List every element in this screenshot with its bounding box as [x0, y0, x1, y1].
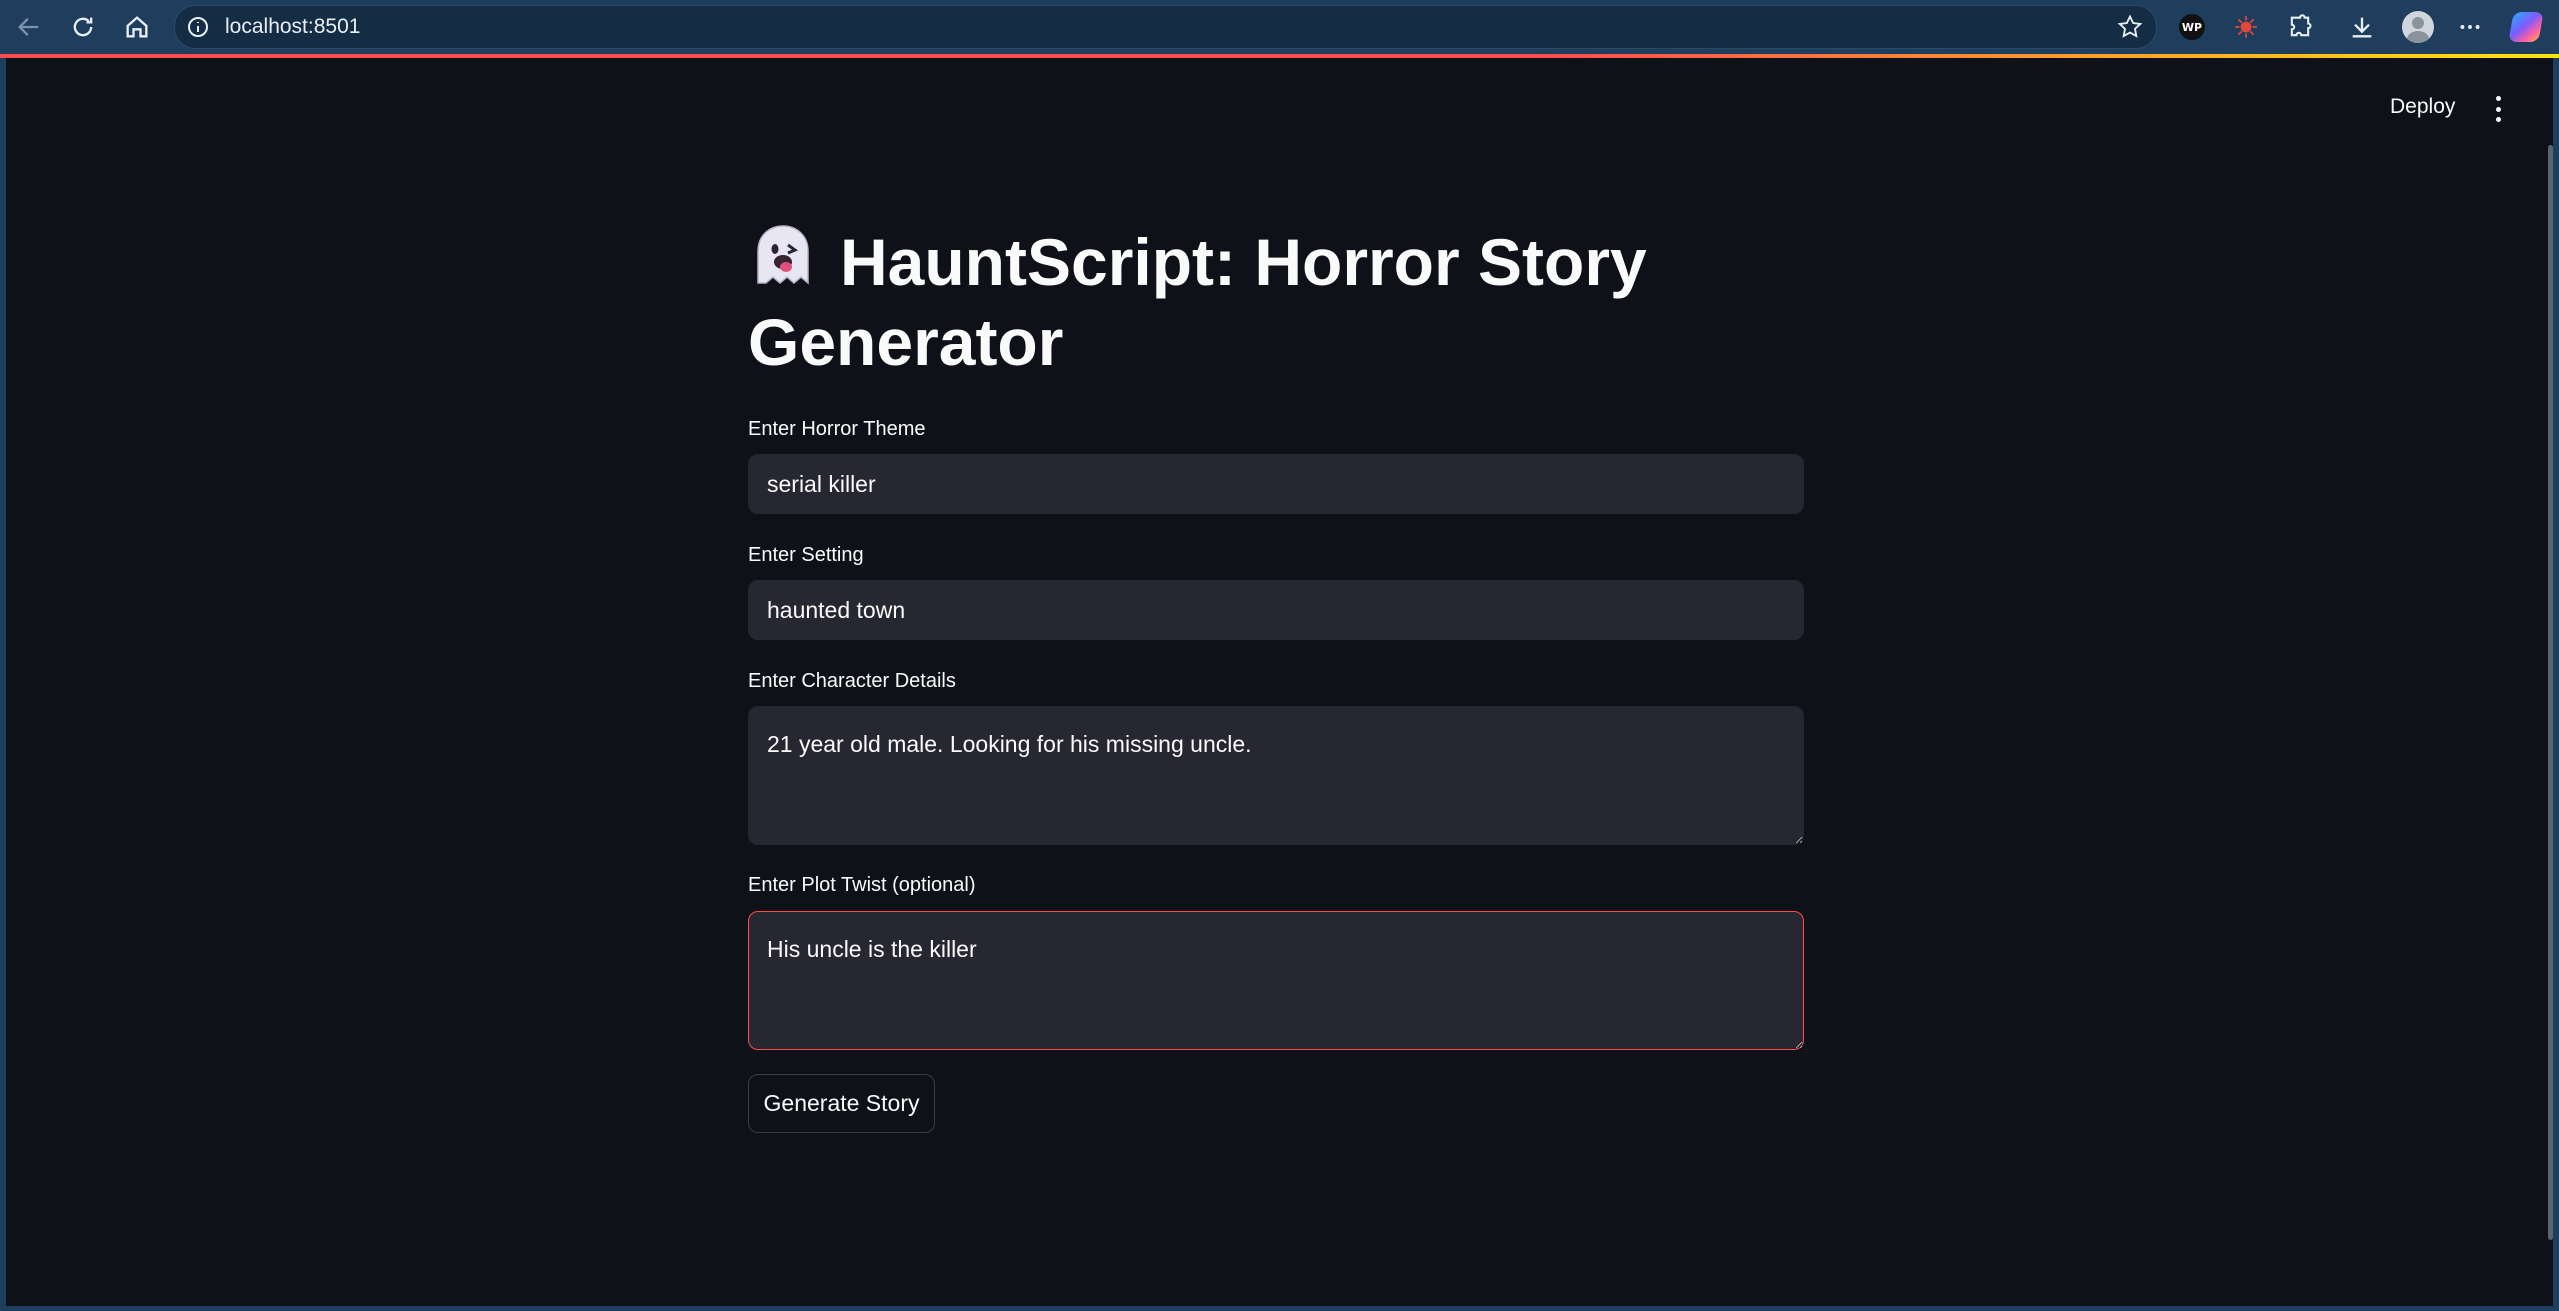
ghost-emoji-icon	[757, 225, 809, 285]
generate-story-button[interactable]: Generate Story	[748, 1074, 935, 1133]
window-frame-right	[2553, 54, 2559, 1311]
wp-extension-icon[interactable]: WP	[2174, 9, 2210, 45]
window-frame-bottom	[0, 1306, 2559, 1311]
browser-toolbar: localhost:8501 WP	[0, 0, 2559, 54]
page-scrollbar[interactable]	[2548, 145, 2553, 1240]
page-title: HauntScript: Horror Story Generator	[748, 222, 1848, 382]
profile-avatar[interactable]	[2400, 9, 2436, 45]
favorite-star-icon[interactable]	[2116, 13, 2144, 41]
home-icon	[126, 16, 148, 38]
plot-twist-textarea[interactable]: His uncle is the killer	[748, 911, 1804, 1050]
setting-input[interactable]	[748, 580, 1804, 640]
header-decoration-bar	[0, 54, 2559, 58]
page-title-text: HauntScript: Horror Story Generator	[748, 225, 1647, 379]
wp-extension-label: WP	[2179, 14, 2205, 40]
home-button[interactable]	[118, 8, 156, 46]
site-info-icon[interactable]	[185, 14, 211, 40]
character-label: Enter Character Details	[748, 670, 956, 692]
bug-extension-icon[interactable]	[2228, 9, 2264, 45]
browser-menu-icon[interactable]	[2452, 9, 2488, 45]
deploy-button[interactable]: Deploy	[2390, 95, 2455, 119]
back-button[interactable]	[10, 8, 48, 46]
setting-label: Enter Setting	[748, 544, 864, 566]
plot-twist-label: Enter Plot Twist (optional)	[748, 874, 976, 896]
character-textarea[interactable]: 21 year old male. Looking for his missin…	[748, 706, 1804, 845]
url-text[interactable]: localhost:8501	[225, 15, 360, 39]
extensions-puzzle-icon[interactable]	[2282, 9, 2318, 45]
back-arrow-icon	[18, 18, 39, 36]
reload-button[interactable]	[64, 8, 102, 46]
downloads-icon[interactable]	[2344, 9, 2380, 45]
reload-icon	[73, 17, 93, 37]
main-menu-icon[interactable]	[2484, 94, 2512, 124]
address-bar[interactable]: localhost:8501	[174, 5, 2157, 49]
theme-input[interactable]	[748, 454, 1804, 514]
theme-label: Enter Horror Theme	[748, 418, 926, 440]
copilot-icon[interactable]	[2508, 9, 2544, 45]
